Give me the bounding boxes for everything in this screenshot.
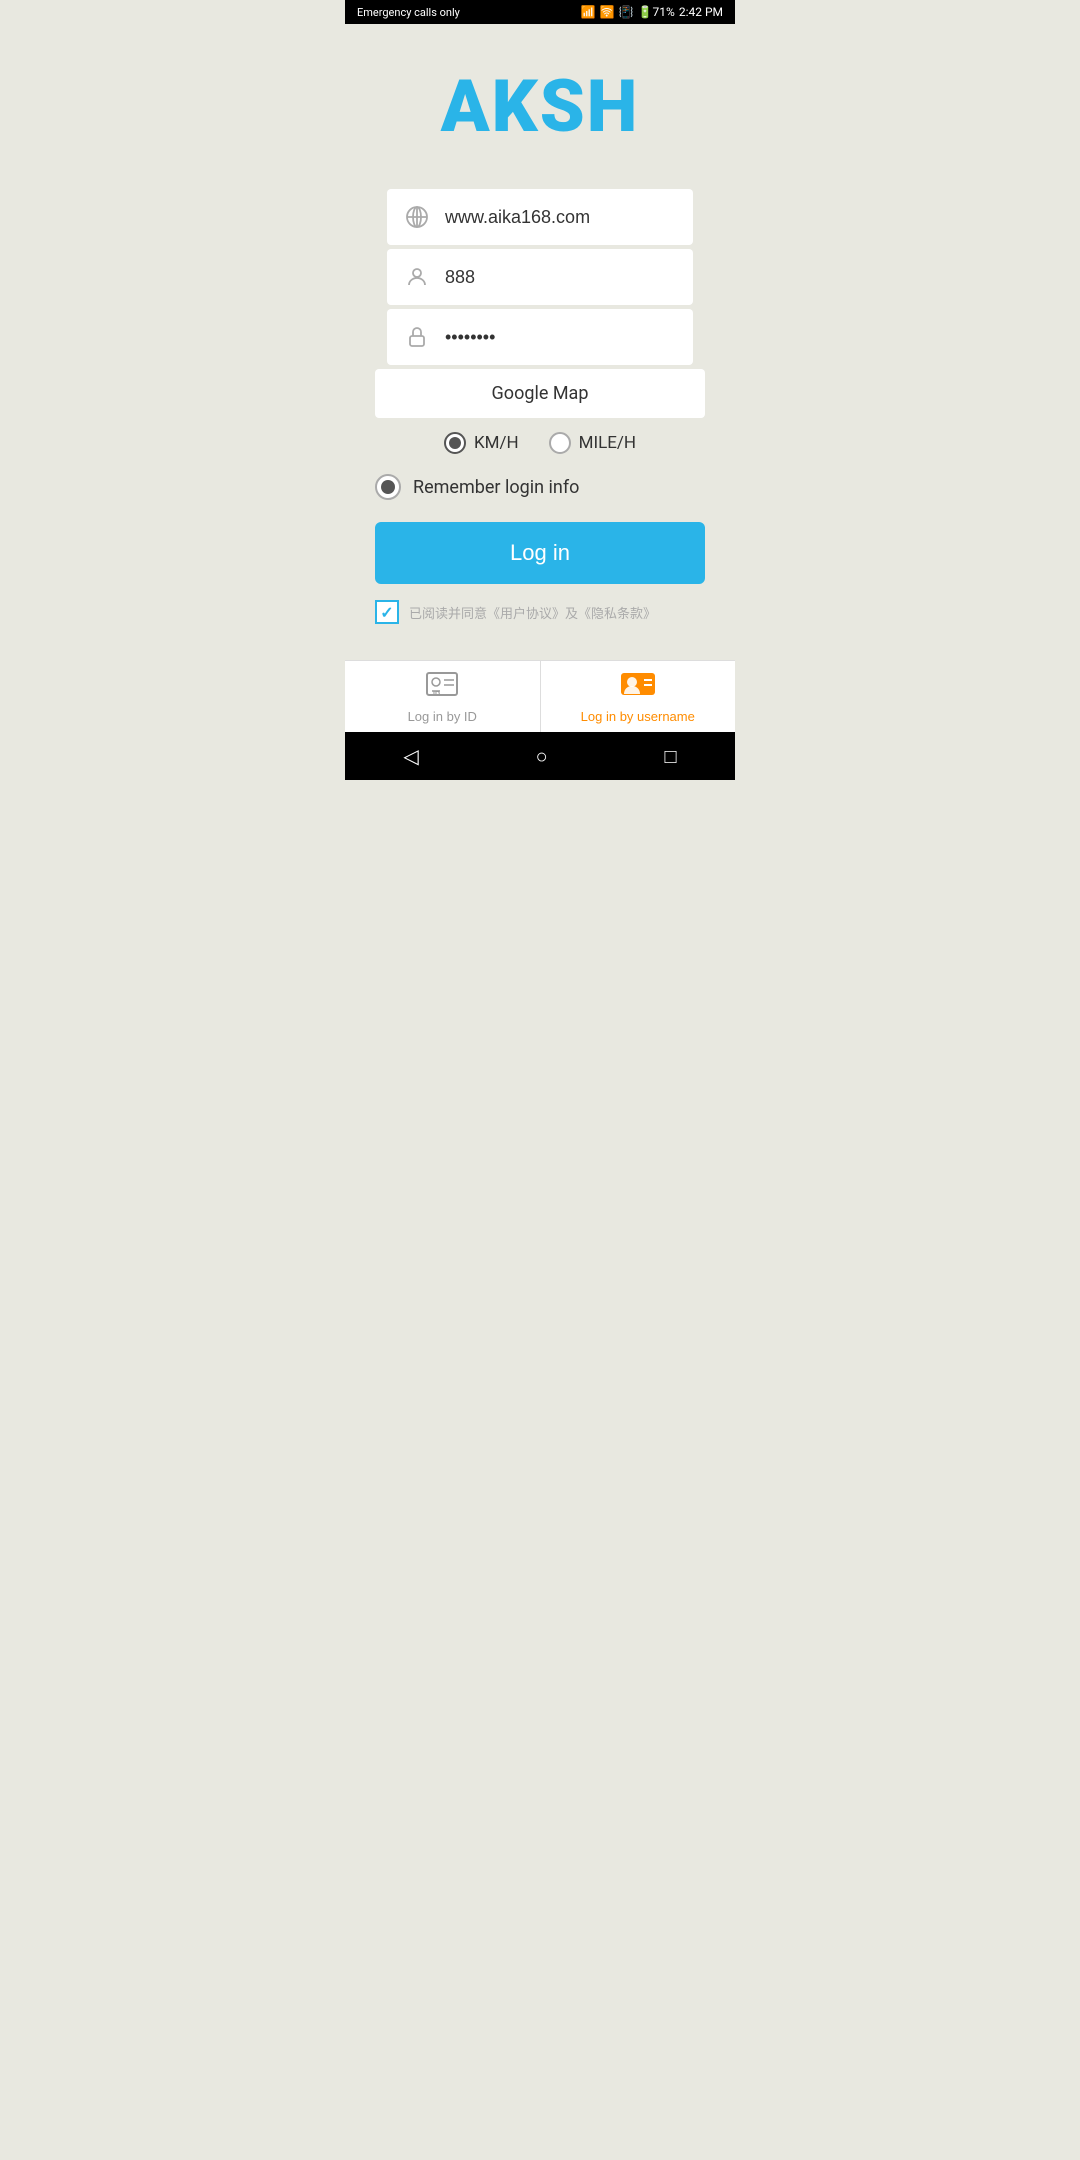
server-field-row xyxy=(387,189,693,245)
tab-bar: ID Log in by ID Log in by username xyxy=(345,660,735,732)
username-field-row xyxy=(387,249,693,305)
tab-login-by-id-label: Log in by ID xyxy=(408,709,477,724)
kmh-radio[interactable] xyxy=(444,432,466,454)
status-right: 📶 🛜 📳 🔋71% 2:42 PM xyxy=(581,5,723,19)
map-selector[interactable]: Google Map xyxy=(375,369,705,418)
remember-row: Remember login info xyxy=(375,474,705,500)
id-login-icon: ID xyxy=(426,670,458,705)
mileh-label: MILE/H xyxy=(579,433,636,453)
lock-icon xyxy=(403,323,431,351)
agreement-text: 已阅读并同意《用户协议》及《隐私条款》 xyxy=(409,603,656,622)
status-bar: Emergency calls only 📶 🛜 📳 🔋71% 2:42 PM xyxy=(345,0,735,24)
user-icon xyxy=(403,263,431,291)
recent-button[interactable]: □ xyxy=(664,744,676,769)
server-input[interactable] xyxy=(445,207,677,228)
mileh-option[interactable]: MILE/H xyxy=(549,432,636,454)
password-field-row xyxy=(387,309,693,365)
kmh-label: KM/H xyxy=(474,433,519,453)
vibrate-icon: 📳 xyxy=(619,5,634,19)
signal-icon: 📶 xyxy=(581,5,596,19)
back-button[interactable]: ◁ xyxy=(403,744,418,768)
username-input[interactable] xyxy=(445,267,677,288)
tab-login-by-username-label: Log in by username xyxy=(581,709,695,724)
tab-login-by-username[interactable]: Log in by username xyxy=(541,661,736,732)
app-logo: AKSH xyxy=(441,64,640,149)
speed-unit-group: KM/H MILE/H xyxy=(375,432,705,454)
checkmark-icon: ✓ xyxy=(380,603,393,622)
login-button[interactable]: Log in xyxy=(375,522,705,584)
globe-icon xyxy=(403,203,431,231)
tab-login-by-id[interactable]: ID Log in by ID xyxy=(345,661,541,732)
mileh-radio[interactable] xyxy=(549,432,571,454)
svg-text:ID: ID xyxy=(433,691,440,698)
home-button[interactable]: ○ xyxy=(536,744,548,769)
password-input[interactable] xyxy=(445,327,677,348)
wifi-icon: 🛜 xyxy=(600,5,615,19)
agreement-checkbox[interactable]: ✓ xyxy=(375,600,399,624)
username-login-icon xyxy=(620,670,656,705)
nav-bar: ◁ ○ □ xyxy=(345,732,735,780)
remember-radio[interactable] xyxy=(375,474,401,500)
main-content: AKSH xyxy=(345,24,735,660)
battery-icon: 🔋71% xyxy=(638,5,675,19)
remember-label: Remember login info xyxy=(413,477,579,498)
status-left: Emergency calls only xyxy=(357,6,460,19)
kmh-option[interactable]: KM/H xyxy=(444,432,519,454)
time: 2:42 PM xyxy=(679,5,723,19)
agreement-row: ✓ 已阅读并同意《用户协议》及《隐私条款》 xyxy=(375,600,705,624)
